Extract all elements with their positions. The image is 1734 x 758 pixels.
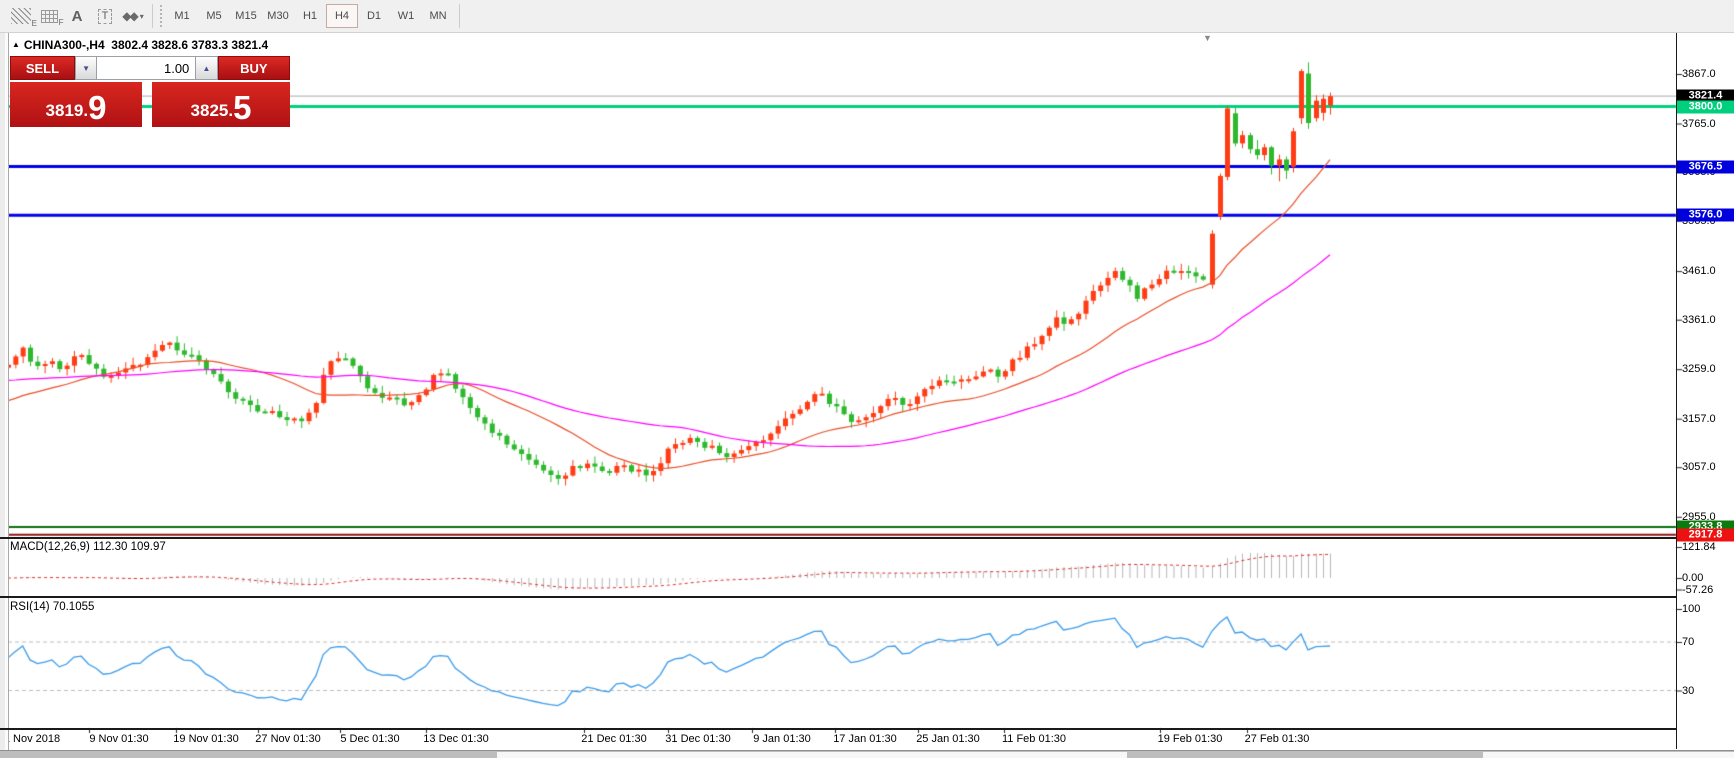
window-left-edge [0, 32, 9, 750]
bottom-window-strip [0, 750, 1734, 758]
date-label: 11 Feb 01:30 [1002, 733, 1066, 745]
date-label: 27 Nov 01:30 [255, 733, 320, 745]
symbol-name: CHINA300-,H4 [24, 38, 105, 52]
toolbar-drag-handle[interactable] [160, 5, 162, 27]
date-label: 19 Nov 01:30 [173, 733, 238, 745]
price-axis-border [1676, 32, 1677, 749]
timeframe-button-h1[interactable]: H1 [294, 4, 326, 28]
date-label: 31 Dec 01:30 [665, 733, 730, 745]
toolbar: E F A T ◆◆▾ M1M5M15M30H1H4D1W1MN [0, 0, 1734, 33]
sell-button[interactable]: SELL [10, 56, 75, 80]
objects-icon[interactable]: ◆◆▾ [120, 4, 146, 28]
date-label: 27 Feb 01:30 [1245, 733, 1310, 745]
macd-axis-label: 0.00 [1682, 572, 1703, 584]
text-label-icon[interactable]: A [64, 4, 90, 28]
price-tick-label: 3157.0 [1682, 413, 1716, 425]
trading-app-window: E F A T ◆◆▾ M1M5M15M30H1H4D1W1MN ▲ CHINA3… [0, 0, 1734, 758]
timeframe-buttons: M1M5M15M30H1H4D1W1MN [166, 4, 454, 28]
timeframe-button-d1[interactable]: D1 [358, 4, 390, 28]
price-badge: 3576.0 [1677, 209, 1734, 222]
macd-axis-label: -57.26 [1682, 584, 1713, 596]
sell-price-pips: 9 [88, 91, 106, 124]
timeframe-button-h4[interactable]: H4 [326, 4, 358, 28]
grid-icon[interactable]: F [36, 4, 62, 28]
chevron-down-icon: ▾ [140, 12, 144, 21]
sell-price: 3819 [46, 98, 84, 124]
price-tick-label: 3361.0 [1682, 314, 1716, 326]
rsi-axis-label: 100 [1682, 603, 1700, 615]
timeframe-button-mn[interactable]: MN [422, 4, 454, 28]
chart-title: ▲ CHINA300-,H4 3802.4 3828.6 3783.3 3821.… [12, 38, 268, 52]
date-label: 9 Nov 01:30 [89, 733, 148, 745]
macd-panel-separator[interactable] [0, 537, 1677, 539]
buy-button[interactable]: BUY [218, 56, 290, 80]
price-badge: 3800.0 [1677, 100, 1734, 113]
buy-price: 3825 [191, 98, 229, 124]
price-badge: 3676.5 [1677, 160, 1734, 173]
date-label: 1 Nov 2018 [4, 733, 60, 745]
indicators-icon: E [11, 8, 31, 24]
price-tick-label: 3259.0 [1682, 363, 1716, 375]
bottom-strip-segment [1483, 752, 1734, 758]
date-label: 19 Feb 01:30 [1158, 733, 1223, 745]
toolbar-separator [152, 4, 153, 28]
date-label: 25 Jan 01:30 [916, 733, 980, 745]
price-tick-label: 3867.0 [1682, 68, 1716, 80]
volume-decrease-button[interactable]: ▼ [75, 56, 97, 80]
price-tick-label: 3057.0 [1682, 461, 1716, 473]
rsi-label: RSI(14) 70.1055 [10, 601, 94, 613]
date-label: 13 Dec 01:30 [423, 733, 488, 745]
price-tick-label: 3765.0 [1682, 118, 1716, 130]
symbol-marker-icon: ▲ [12, 40, 20, 49]
timeframe-button-m15[interactable]: M15 [230, 4, 262, 28]
date-label: 5 Dec 01:30 [340, 733, 399, 745]
rsi-axis-label: 70 [1682, 636, 1694, 648]
grid-icon: F [41, 10, 58, 23]
indicators-icon[interactable]: E [8, 4, 34, 28]
time-axis-line [0, 728, 1677, 730]
bottom-strip-segment [497, 752, 1127, 758]
price-badge: 2917.8 [1677, 528, 1734, 541]
date-label: 21 Dec 01:30 [581, 733, 646, 745]
macd-label: MACD(12,26,9) 112.30 109.97 [10, 541, 166, 553]
timeframe-button-m30[interactable]: M30 [262, 4, 294, 28]
rsi-axis-label: 30 [1682, 685, 1694, 697]
rsi-panel-separator[interactable] [0, 596, 1677, 598]
volume-increase-button[interactable]: ▲ [195, 56, 217, 80]
one-click-trading-panel: SELL ▼ ▲ BUY 3819.9 3825.5 [10, 56, 290, 127]
date-label: 9 Jan 01:30 [753, 733, 811, 745]
macd-axis-label: 121.84 [1682, 541, 1716, 553]
price-tick-label: 3461.0 [1682, 265, 1716, 277]
volume-input[interactable] [97, 56, 195, 80]
timeframe-button-w1[interactable]: W1 [390, 4, 422, 28]
timeframe-button-m5[interactable]: M5 [198, 4, 230, 28]
toolbar-separator [459, 4, 460, 28]
buy-price-box[interactable]: 3825.5 [152, 82, 290, 127]
text-box-icon[interactable]: T [92, 4, 118, 28]
date-label: 17 Jan 01:30 [833, 733, 897, 745]
timeframe-button-m1[interactable]: M1 [166, 4, 198, 28]
ohlc-values: 3802.4 3828.6 3783.3 3821.4 [111, 38, 268, 52]
sell-price-box[interactable]: 3819.9 [10, 82, 142, 127]
buy-price-pips: 5 [233, 91, 251, 124]
autoscroll-marker-icon[interactable]: ▼ [1203, 33, 1212, 43]
